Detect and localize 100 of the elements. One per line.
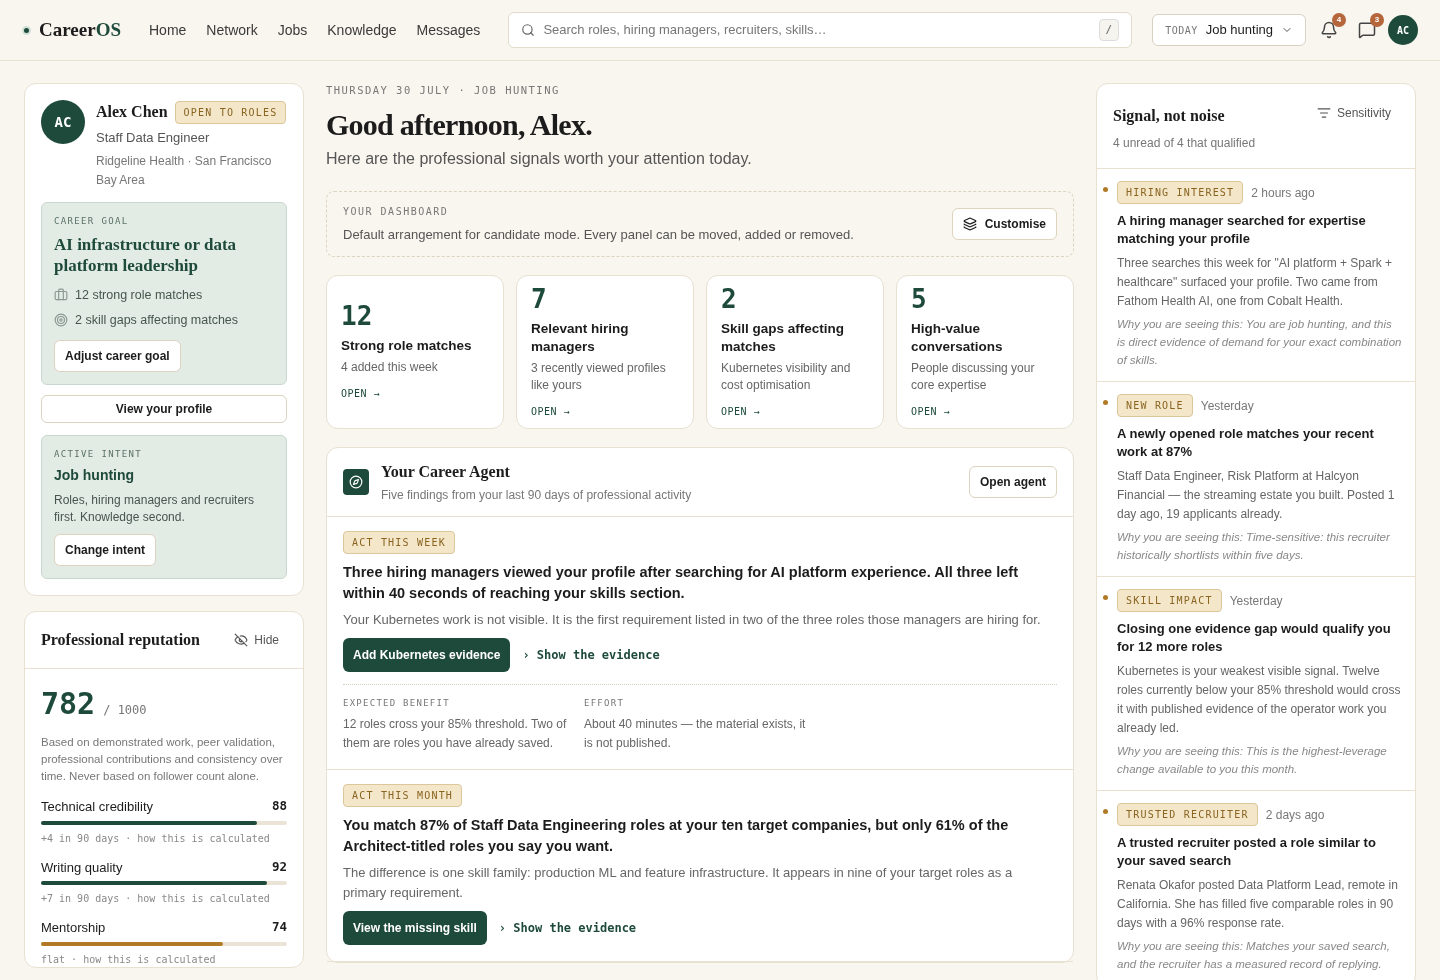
signal-title: A hiring manager searched for expertise matching your profile bbox=[1117, 212, 1367, 248]
filter-icon bbox=[1316, 106, 1331, 120]
primary-action-button[interactable]: Add Kubernetes evidence bbox=[343, 638, 511, 673]
stat-description: 4 added this week bbox=[341, 359, 439, 377]
compass-icon bbox=[343, 469, 369, 496]
detail-label: EFFORT bbox=[584, 697, 626, 711]
stat-title: Relevant hiring managers bbox=[531, 319, 630, 356]
sensitivity-button[interactable]: Sensitivity bbox=[1308, 104, 1399, 122]
dashboard-text: Default arrangement for candidate mode. Every panel can be moved, added or removed. bbox=[343, 225, 854, 244]
signal-title: A newly opened role matches your recent work at 87% bbox=[1117, 425, 1375, 461]
nav-link[interactable]: Home bbox=[149, 19, 187, 41]
signal-time: 2 days ago bbox=[1265, 806, 1325, 824]
category-tag: HIRING INTEREST bbox=[1117, 181, 1244, 204]
section-label: CAREER GOAL bbox=[54, 214, 130, 228]
stat-value: 7 bbox=[531, 285, 548, 312]
nav-link[interactable]: Messages bbox=[416, 19, 481, 41]
open-link[interactable]: OPEN → bbox=[531, 403, 679, 419]
signal-reason: Why you are seeing this: This is the highest-leverage change available to you this month. bbox=[1117, 744, 1388, 777]
open-link[interactable]: OPEN → bbox=[341, 386, 489, 402]
stat-description: 3 recently viewed profiles like yours bbox=[531, 359, 667, 394]
category-tag: ACT THIS WEEK bbox=[343, 531, 455, 555]
nav-link[interactable]: Network bbox=[206, 19, 258, 41]
open-agent-button[interactable]: Open agent bbox=[969, 466, 1057, 499]
search-field[interactable]: Search roles, hiring managers, recruiters, skills… / bbox=[508, 12, 1133, 48]
finding-description: The difference is one skill family: production ML and feature infrastructure. It appears in nine of your target roles as a primary requirement. bbox=[343, 863, 1014, 902]
job-title: Staff Data Engineer bbox=[96, 129, 211, 147]
goal-fact: 12 strong role matches bbox=[75, 287, 203, 304]
search-input[interactable]: Search roles, hiring managers, recruiters, skills… bbox=[543, 20, 1091, 40]
section-label: ACTIVE INTENT bbox=[54, 447, 143, 461]
score-max: / 1000 bbox=[103, 702, 147, 719]
card-subtitle: 4 unread of 4 that qualified bbox=[1113, 135, 1257, 152]
open-link[interactable]: OPEN → bbox=[721, 403, 869, 419]
adjust-goal-button[interactable]: Adjust career goal bbox=[54, 339, 181, 372]
card-title: Signal, not noise bbox=[1113, 106, 1225, 127]
stat-description: Kubernetes visibility and cost optimisation bbox=[721, 359, 852, 394]
card-subtitle: Five findings from your last 90 days of professional activity bbox=[381, 487, 692, 505]
reputation-score: 782 bbox=[41, 685, 96, 723]
signal-time: Yesterday bbox=[1229, 592, 1283, 610]
intent-title: Job hunting bbox=[54, 466, 136, 485]
nav-link[interactable]: Jobs bbox=[277, 19, 308, 41]
messages-icon[interactable] bbox=[1358, 21, 1376, 39]
intent-dropdown[interactable]: TODAY Job hunting bbox=[1152, 14, 1306, 46]
metric-name: Mentorship bbox=[41, 919, 106, 937]
stat-card[interactable]: 2 Skill gaps affecting matches Kubernetes visibility and cost optimisation OPEN → bbox=[706, 275, 884, 430]
category-tag: NEW ROLE bbox=[1117, 394, 1193, 417]
eye-off-icon bbox=[234, 633, 249, 647]
count-badge: 3 bbox=[1370, 13, 1384, 27]
category-tag: TRUSTED RECRUITER bbox=[1117, 803, 1258, 826]
stat-value: 12 bbox=[341, 303, 374, 330]
stat-title: High-value conversations bbox=[911, 319, 1004, 356]
layers-icon bbox=[962, 217, 977, 231]
finding-description: Your Kubernetes work is not visible. It is the first requirement listed in two of the three roles those managers are hiring for. bbox=[343, 611, 1042, 630]
detail-text: 12 roles cross your 85% threshold. Two of them are roles you have already saved. bbox=[343, 715, 568, 752]
signal-reason: Why you are seeing this: You are job hunting, and this is direct evidence of demand for your exact combination of skills. bbox=[1117, 317, 1403, 368]
stat-value: 5 bbox=[911, 285, 928, 312]
metric-name: Technical credibility bbox=[41, 798, 153, 816]
nav-link[interactable]: Knowledge bbox=[327, 19, 397, 41]
greeting-subtitle: Here are the professional signals worth your attention today. bbox=[326, 148, 753, 169]
shortcut-key: / bbox=[1098, 18, 1120, 42]
finding-headline: You match 87% of Staff Data Engineering roles at your ten target companies, but only 61% of the Architect-titled roles you say you want. bbox=[343, 815, 1010, 856]
card-title: Your Career Agent bbox=[381, 462, 511, 483]
metric-value: 74 bbox=[271, 918, 287, 936]
hide-button[interactable]: Hide bbox=[226, 631, 287, 649]
metric-note: +4 in 90 days · how this is calculated bbox=[41, 831, 271, 846]
stat-title: Skill gaps affecting matches bbox=[721, 319, 846, 356]
category-tag: ACT THIS MONTH bbox=[343, 783, 463, 807]
stat-card[interactable]: 12 Strong role matches 4 added this week OPEN → bbox=[326, 275, 504, 430]
view-profile-button[interactable]: View your profile bbox=[41, 394, 287, 423]
profile-name: Alex Chen bbox=[96, 102, 168, 122]
stat-card[interactable]: 7 Relevant hiring managers 3 recently viewed profiles like yours OPEN → bbox=[516, 275, 694, 430]
open-link[interactable]: OPEN → bbox=[911, 403, 1059, 419]
signal-reason: Why you are seeing this: Matches your saved search, and the recruiter has a measured record of replying. bbox=[1117, 939, 1391, 972]
finding-headline: Three hiring managers viewed your profile after searching for AI platform experience. All three left within 40 seconds of reaching your skills section. bbox=[343, 563, 1019, 604]
briefcase-icon bbox=[54, 288, 68, 303]
signal-description: Renata Okafor posted Data Platform Lead, remote in California. She has filled five comparable roles in 90 days with a 96% response rate. bbox=[1117, 877, 1399, 932]
intent-description: Roles, hiring managers and recruiters first. Knowledge second. bbox=[54, 492, 256, 526]
detail-label: EXPECTED BENEFIT bbox=[343, 697, 451, 711]
signal-time: 2 hours ago bbox=[1251, 184, 1315, 202]
target-icon bbox=[54, 313, 68, 328]
section-label: YOUR DASHBOARD bbox=[343, 204, 450, 219]
search-icon bbox=[521, 23, 536, 37]
show-evidence-link[interactable]: › Show the evidence bbox=[498, 918, 637, 937]
metric-value: 92 bbox=[271, 857, 287, 876]
brand-logo[interactable]: CareerOS bbox=[39, 15, 121, 45]
customise-button[interactable]: Customise bbox=[951, 208, 1057, 240]
signal-description: Three searches this week for "AI platform + Spark + healthcare" surfaced your profile. Two came from Fathom Health AI, one from Cobalt Health. bbox=[1117, 255, 1394, 310]
signal-title: A trusted recruiter posted a role similar to your saved search bbox=[1117, 834, 1377, 870]
stat-description: People discussing your core expertise bbox=[911, 359, 1036, 394]
count-badge: 4 bbox=[1332, 13, 1346, 27]
signal-time: Yesterday bbox=[1200, 397, 1254, 415]
stat-card[interactable]: 5 High-value conversations People discussing your core expertise OPEN → bbox=[896, 275, 1074, 430]
user-avatar[interactable]: AC bbox=[1388, 15, 1418, 45]
notifications-icon[interactable] bbox=[1320, 21, 1338, 39]
change-intent-button[interactable]: Change intent bbox=[54, 534, 156, 566]
card-title: Professional reputation bbox=[41, 630, 200, 651]
signal-reason: Why you are seeing this: Time-sensitive: this recruiter historically shortlists within five days. bbox=[1117, 530, 1391, 563]
category-tag: OPEN TO ROLES bbox=[174, 100, 287, 124]
show-evidence-link[interactable]: › Show the evidence bbox=[522, 646, 660, 665]
signal-title: Closing one evidence gap would qualify you for 12 more roles bbox=[1117, 620, 1392, 656]
primary-action-button[interactable]: View the missing skill bbox=[343, 910, 487, 945]
